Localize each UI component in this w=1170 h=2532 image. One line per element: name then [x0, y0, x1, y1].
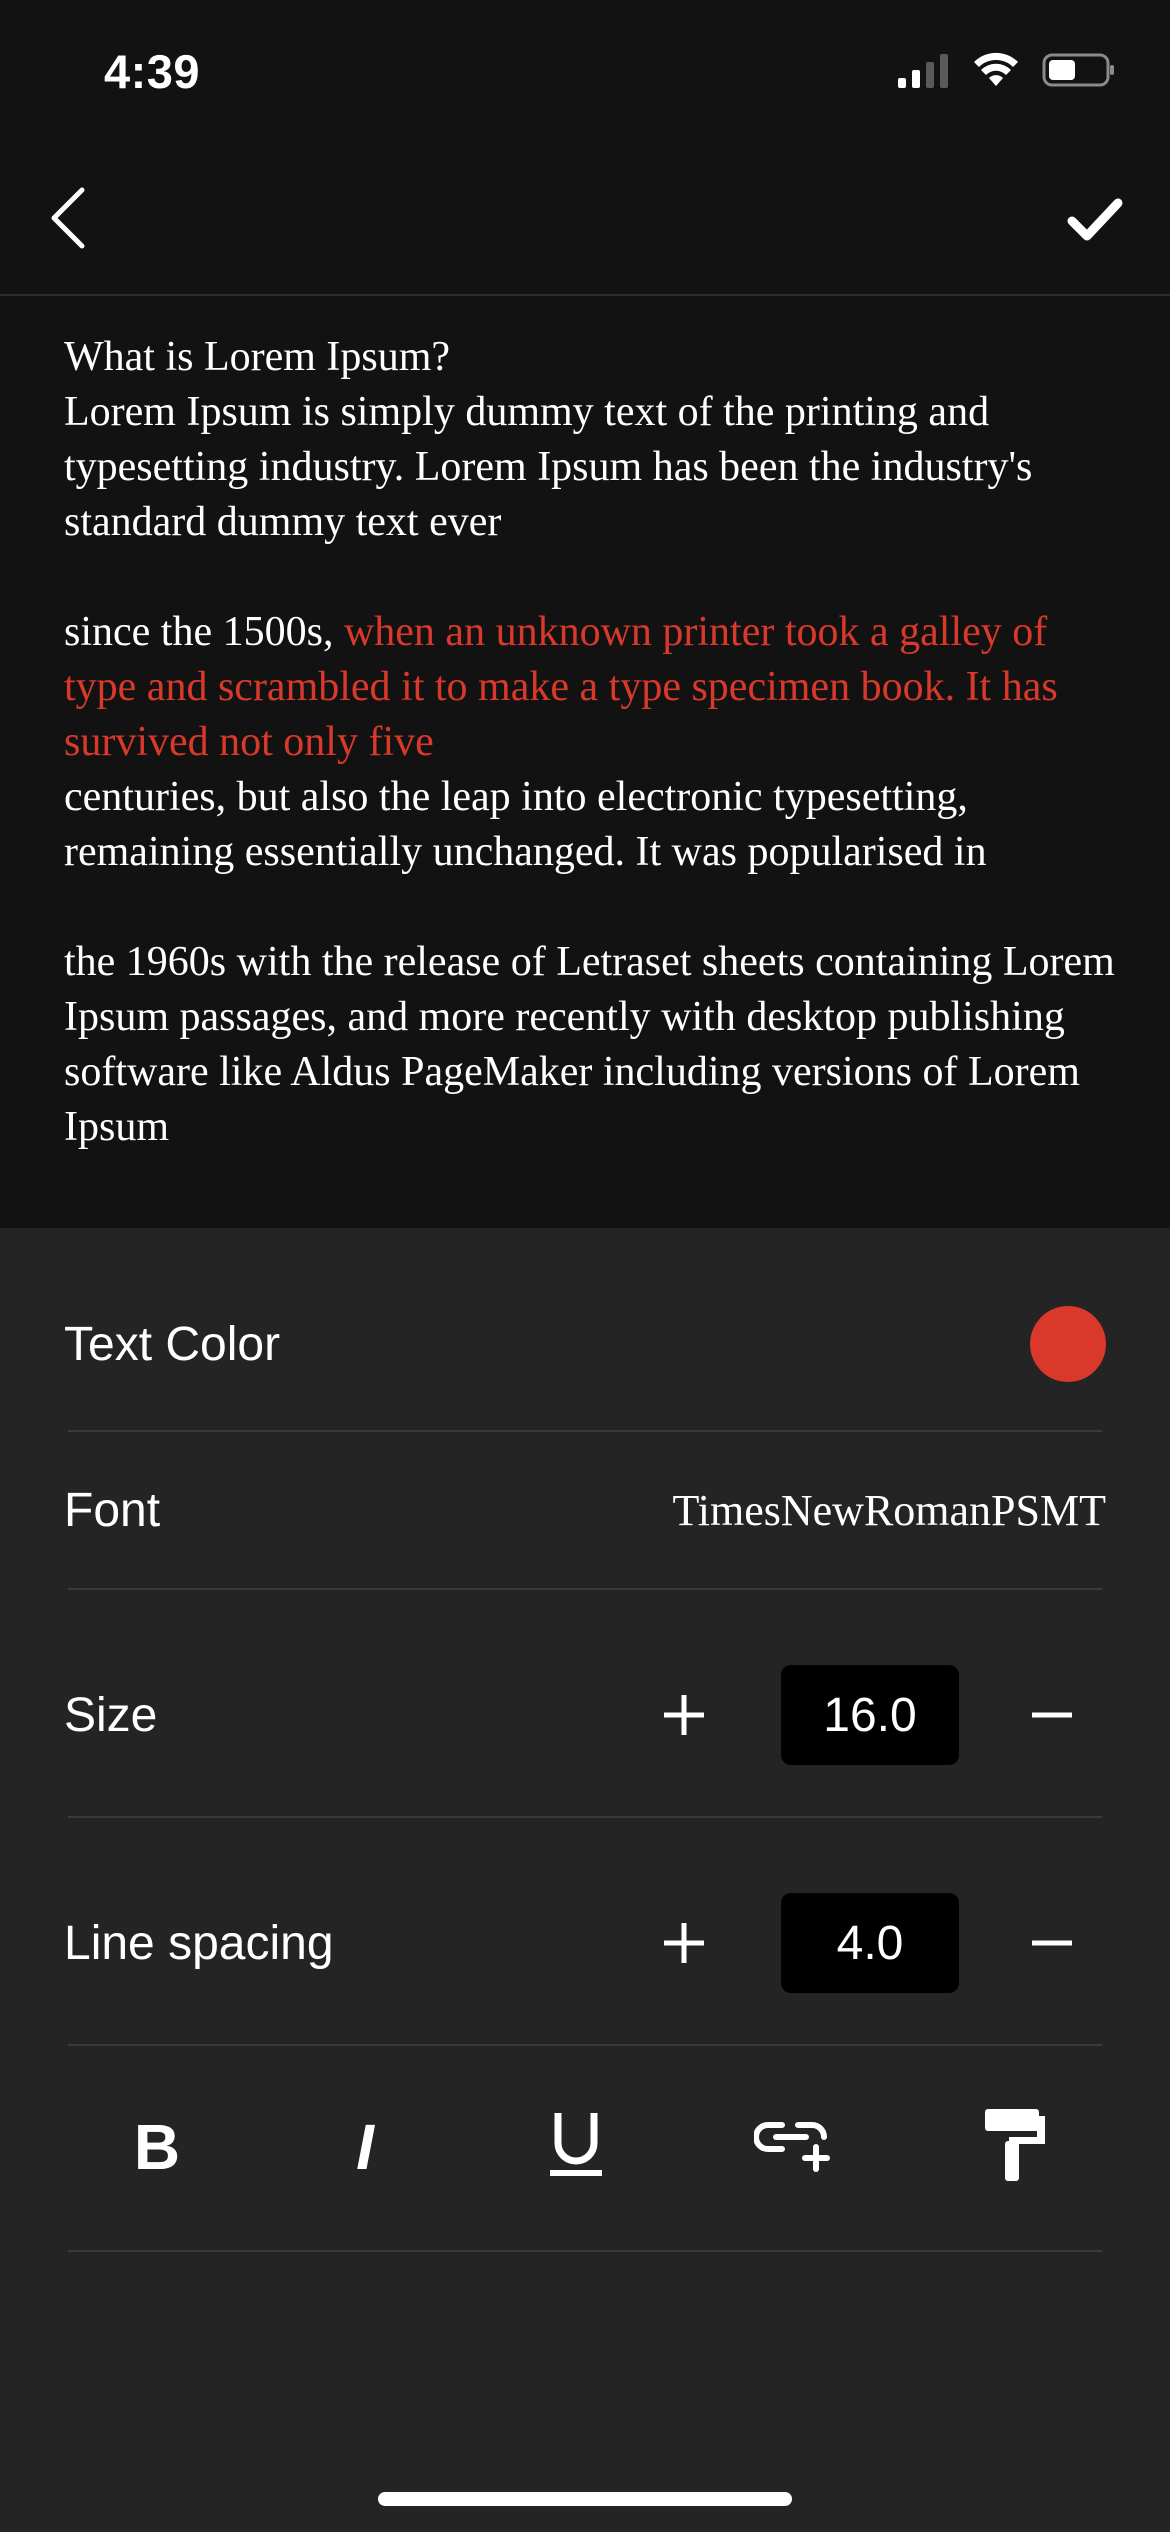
font-row[interactable]: Font TimesNewRomanPSMT [64, 1460, 1106, 1560]
bold-icon: B [134, 2115, 180, 2175]
divider [68, 1430, 1102, 1432]
italic-icon: I [356, 2115, 375, 2175]
minus-icon [1032, 1940, 1072, 1946]
plus-icon [664, 1923, 704, 1963]
size-value[interactable]: 16.0 [781, 1665, 959, 1765]
signal-icon [898, 54, 948, 88]
home-indicator [378, 2492, 792, 2506]
text-color-label: Text Color [64, 1317, 281, 1371]
wifi-icon [974, 52, 1018, 86]
status-icons [898, 52, 1116, 88]
checkmark-icon [1067, 198, 1123, 241]
text-editor[interactable]: What is Lorem Ipsum? Lorem Ipsum is simpl… [64, 330, 1124, 1210]
minus-icon [1032, 1712, 1072, 1718]
underline-icon [550, 2113, 602, 2176]
font-label: Font [64, 1483, 161, 1537]
editor-paragraph: since the 1500s, when an unknown printer… [64, 605, 1124, 880]
svg-text:I: I [356, 2115, 375, 2175]
chevron-left-icon [51, 187, 85, 249]
editor-paragraph: the 1960s with the release of Letraset s… [64, 935, 1124, 1155]
font-value[interactable]: TimesNewRomanPSMT [672, 1485, 1106, 1536]
formatting-panel: Text Color Font TimesNewRomanPSMT Size 1… [0, 1228, 1170, 2532]
divider [68, 1816, 1102, 1818]
divider [68, 2044, 1102, 2046]
line-spacing-label: Line spacing [64, 1916, 334, 1970]
underline-button[interactable] [521, 2085, 631, 2205]
format-toolbar: B I [0, 2085, 1170, 2205]
format-painter-button[interactable] [960, 2085, 1070, 2205]
paint-roller-icon [985, 2109, 1045, 2181]
insert-link-button[interactable] [740, 2085, 850, 2205]
bold-button[interactable]: B [102, 2085, 212, 2205]
svg-text:B: B [134, 2115, 180, 2175]
line-spacing-row: Line spacing 4.0 [64, 1893, 1106, 1993]
divider [68, 1588, 1102, 1590]
status-time: 4:39 [104, 45, 201, 98]
text-color-row[interactable]: Text Color [64, 1294, 1106, 1394]
navigation-bar [0, 140, 1170, 296]
size-label: Size [64, 1688, 158, 1742]
battery-icon [1042, 53, 1114, 87]
link-add-icon [754, 2122, 830, 2172]
editor-text-segment: Lorem Ipsum is simply dummy text of the … [64, 389, 1033, 545]
line-spacing-decrease-button[interactable] [1012, 1903, 1092, 1983]
size-row: Size 16.0 [64, 1665, 1106, 1765]
divider [68, 2250, 1102, 2252]
line-spacing-value[interactable]: 4.0 [781, 1893, 959, 1993]
editor-text-segment: the 1960s with the release of Letraset s… [64, 939, 1115, 1150]
done-button[interactable] [1060, 180, 1130, 260]
italic-button[interactable]: I [310, 2085, 420, 2205]
line-spacing-increase-button[interactable] [644, 1903, 724, 1983]
size-decrease-button[interactable] [1012, 1675, 1092, 1755]
back-button[interactable] [38, 178, 98, 258]
editor-paragraph: What is Lorem Ipsum? Lorem Ipsum is simpl… [64, 330, 1124, 550]
editor-text-segment: What is Lorem Ipsum? [64, 334, 451, 380]
size-increase-button[interactable] [644, 1675, 724, 1755]
editor-text-segment: centuries, but also the leap into electr… [64, 774, 987, 875]
status-bar: 4:39 [0, 0, 1170, 140]
editor-text-segment: since the 1500s, [64, 609, 344, 655]
plus-icon [664, 1695, 704, 1735]
text-color-swatch[interactable] [1030, 1306, 1106, 1382]
